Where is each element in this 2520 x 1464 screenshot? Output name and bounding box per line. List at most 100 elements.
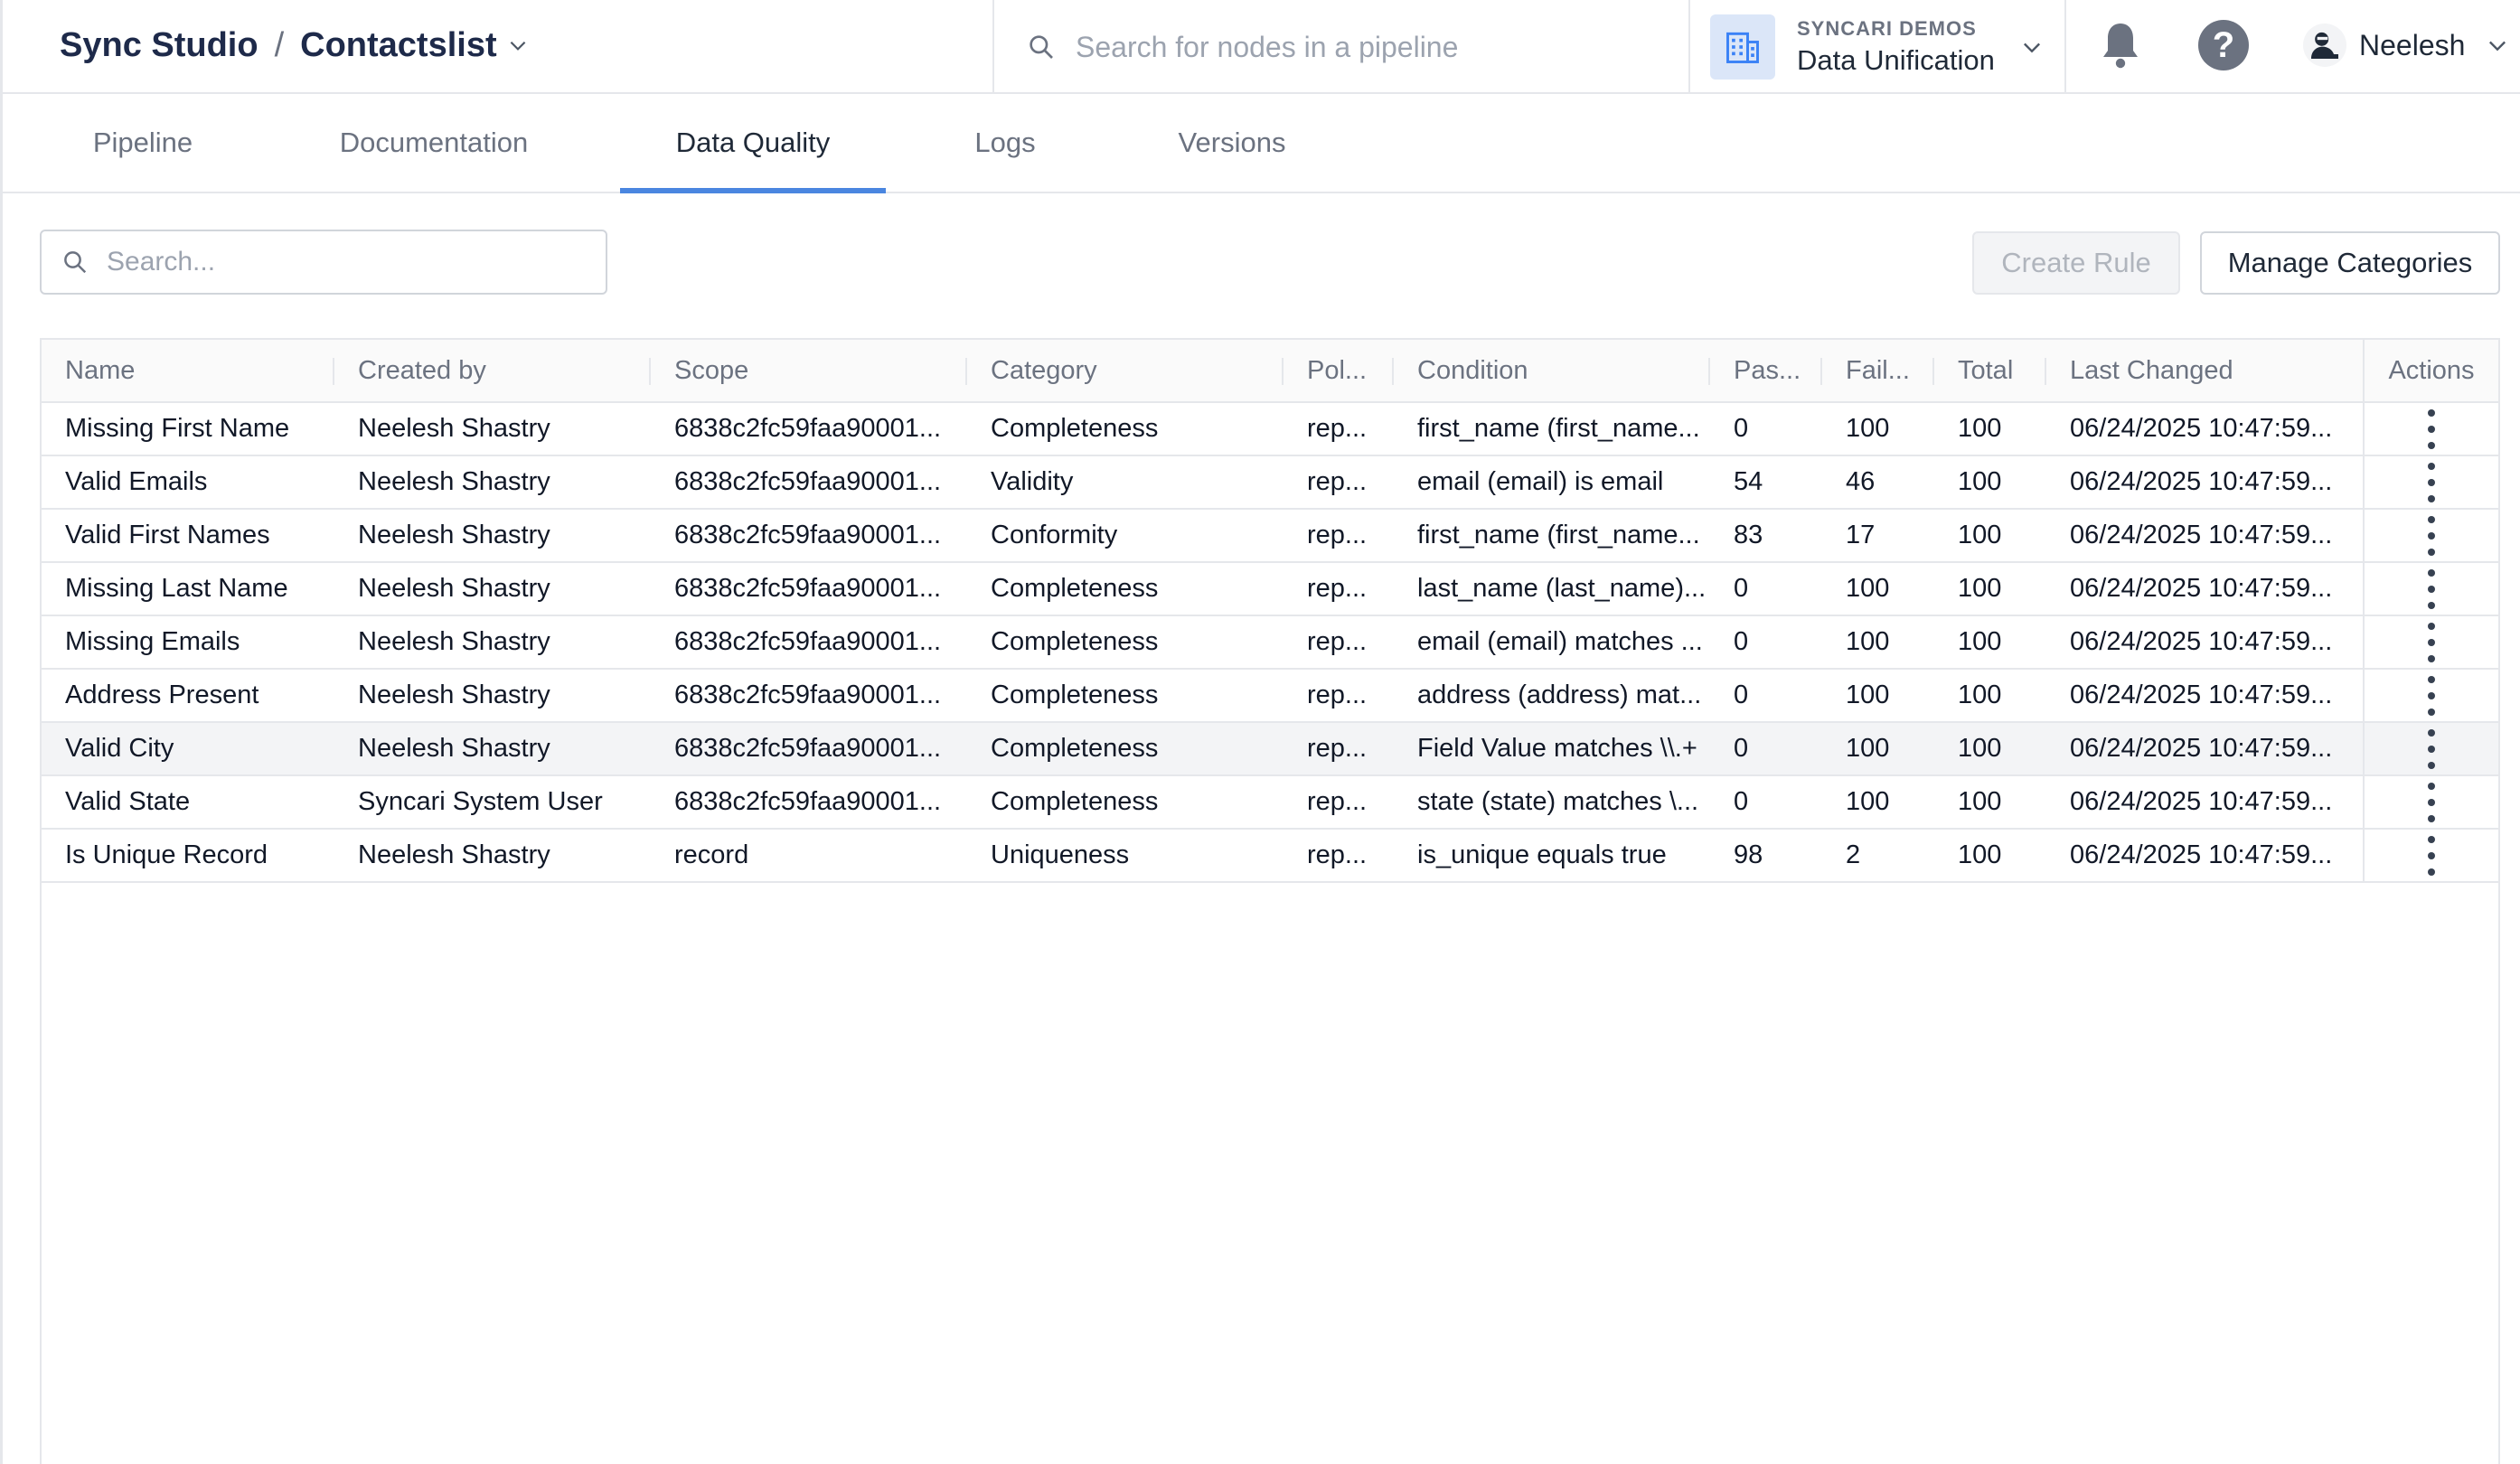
org-label: SYNCARI DEMOS (1797, 17, 1977, 40)
cell-failed: 100 (1846, 414, 1890, 443)
cell-failed: 17 (1846, 521, 1876, 549)
column-header-label: Pas... (1734, 355, 1801, 385)
column-header-actions[interactable]: Actions (2363, 340, 2498, 401)
cell-passed: 0 (1734, 414, 1749, 443)
kebab-menu-icon[interactable] (2426, 568, 2437, 609)
tab-pipeline[interactable]: Pipeline (54, 94, 231, 192)
manage-categories-button[interactable]: Manage Categories (2200, 231, 2500, 295)
node-search (994, 0, 1690, 94)
cell-passed: 98 (1734, 840, 1763, 869)
table-row[interactable]: Valid State Syncari System User 6838c2fc59… (42, 776, 2498, 830)
cell-created-by: Neelesh Shastry (358, 521, 550, 549)
chevron-down-icon[interactable] (2485, 33, 2510, 58)
cell-total: 100 (1958, 521, 2002, 549)
cell-passed: 54 (1734, 467, 1763, 496)
cell-name: Address Present (65, 680, 259, 709)
cell-failed: 100 (1846, 787, 1890, 816)
column-header-passed[interactable]: Pas... (1710, 340, 1822, 401)
table-row[interactable]: Missing Emails Neelesh Shastry 6838c2fc59f… (42, 616, 2498, 670)
cell-scope: 6838c2fc59faa90001... (674, 574, 942, 603)
kebab-menu-icon[interactable] (2426, 462, 2437, 502)
table-row[interactable]: Valid Emails Neelesh Shastry 6838c2fc59faa… (42, 456, 2498, 510)
cell-total: 100 (1958, 574, 2002, 603)
cell-policy: rep... (1307, 467, 1368, 496)
org-badge (1710, 14, 1775, 80)
help-icon[interactable]: ? (2198, 20, 2249, 70)
cell-category: Completeness (991, 574, 1159, 603)
cell-failed: 100 (1846, 680, 1890, 709)
column-header-last-changed[interactable]: Last Changed (2046, 340, 2363, 401)
cell-last-changed: 06/24/2025 10:47:59... (2070, 574, 2333, 603)
cell-scope: 6838c2fc59faa90001... (674, 414, 942, 443)
window-edge (0, 0, 3, 1464)
avatar (2303, 23, 2346, 67)
cell-last-changed: 06/24/2025 10:47:59... (2070, 734, 2333, 763)
cell-created-by: Neelesh Shastry (358, 467, 550, 496)
cell-scope: 6838c2fc59faa90001... (674, 680, 942, 709)
kebab-menu-icon[interactable] (2426, 782, 2437, 822)
bell-icon[interactable] (2099, 20, 2142, 70)
app-name[interactable]: Sync Studio (60, 26, 259, 65)
table-row[interactable]: Missing First Name Neelesh Shastry 6838c2f… (42, 403, 2498, 456)
kebab-menu-icon[interactable] (2426, 408, 2437, 449)
table-row[interactable]: Address Present Neelesh Shastry 6838c2fc59… (42, 670, 2498, 723)
table-row[interactable]: Valid First Names Neelesh Shastry 6838c2fc… (42, 510, 2498, 563)
create-rule-button[interactable]: Create Rule (1972, 231, 2180, 295)
kebab-menu-icon[interactable] (2426, 835, 2437, 876)
tab-versions[interactable]: Versions (1128, 94, 1336, 192)
cell-actions (2363, 776, 2498, 828)
cell-category: Completeness (991, 787, 1159, 816)
org-switcher[interactable]: SYNCARI DEMOS Data Unification (1710, 9, 2063, 85)
column-header-policy[interactable]: Pol... (1284, 340, 1394, 401)
column-header-label: Scope (674, 355, 749, 385)
breadcrumb: Sync Studio / Contactslist (60, 20, 530, 70)
column-header-name[interactable]: Name (42, 340, 334, 401)
cell-name: Missing Emails (65, 627, 240, 656)
node-search-input[interactable] (1074, 29, 1665, 65)
kebab-menu-icon[interactable] (2426, 675, 2437, 716)
column-header-label: Fail... (1846, 355, 1910, 385)
cell-policy: rep... (1307, 414, 1368, 443)
cell-created-by: Neelesh Shastry (358, 734, 550, 763)
cell-name: Is Unique Record (65, 840, 268, 869)
cell-condition: last_name (last_name)... (1417, 574, 1707, 603)
table-row[interactable]: Valid City Neelesh Shastry 6838c2fc59faa90… (42, 723, 2498, 776)
chevron-down-icon[interactable] (2019, 34, 2045, 60)
column-header-label: Pol... (1307, 355, 1368, 385)
column-header-label: Created by (358, 355, 486, 385)
chevron-down-icon[interactable] (506, 33, 530, 57)
tab-bar: Pipeline Documentation Data Quality Logs… (0, 94, 2520, 193)
cell-scope: record (674, 840, 749, 869)
column-header-label: Condition (1417, 355, 1528, 385)
column-header-created-by[interactable]: Created by (334, 340, 651, 401)
user-menu[interactable]: Neelesh (2303, 20, 2510, 70)
cell-actions (2363, 830, 2498, 881)
breadcrumb-separator: / (274, 25, 285, 64)
cell-category: Completeness (991, 627, 1159, 656)
table-row[interactable]: Missing Last Name Neelesh Shastry 6838c2fc… (42, 563, 2498, 616)
tab-logs[interactable]: Logs (951, 94, 1059, 192)
tab-documentation[interactable]: Documentation (313, 94, 555, 192)
cell-policy: rep... (1307, 521, 1368, 549)
column-header-scope[interactable]: Scope (651, 340, 967, 401)
cell-policy: rep... (1307, 840, 1368, 869)
table-row[interactable]: Is Unique Record Neelesh Shastry record Uni… (42, 830, 2498, 883)
divider (2064, 0, 2066, 94)
table-header: Name Created by Scope Category Pol... Conditi… (42, 340, 2498, 403)
pipeline-name[interactable]: Contactslist (300, 26, 496, 65)
cell-category: Uniqueness (991, 840, 1130, 869)
kebab-menu-icon[interactable] (2426, 515, 2437, 556)
column-header-failed[interactable]: Fail... (1822, 340, 1934, 401)
column-header-category[interactable]: Category (967, 340, 1284, 401)
cell-last-changed: 06/24/2025 10:47:59... (2070, 840, 2333, 869)
column-header-condition[interactable]: Condition (1394, 340, 1710, 401)
column-header-total[interactable]: Total (1934, 340, 2046, 401)
rules-search-input[interactable] (105, 246, 578, 278)
kebab-menu-icon[interactable] (2426, 728, 2437, 769)
tab-data-quality[interactable]: Data Quality (620, 94, 886, 193)
cell-created-by: Neelesh Shastry (358, 414, 550, 443)
divider (1688, 0, 1690, 94)
kebab-menu-icon[interactable] (2426, 622, 2437, 662)
cell-category: Completeness (991, 680, 1159, 709)
cell-scope: 6838c2fc59faa90001... (674, 787, 942, 816)
